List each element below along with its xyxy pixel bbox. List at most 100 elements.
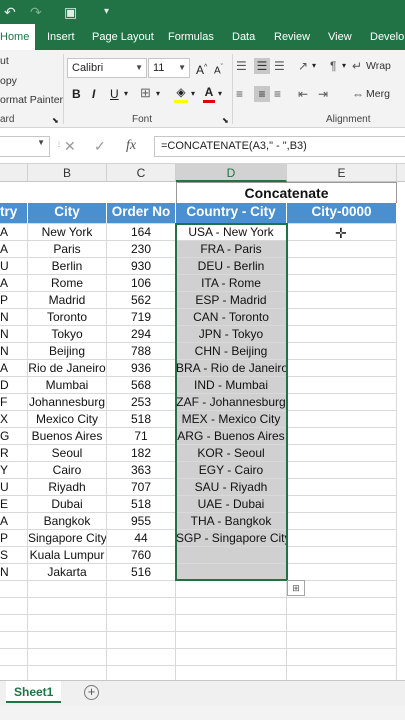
merge-center-button[interactable]: Merg <box>366 88 390 100</box>
empty-cell[interactable] <box>28 632 107 649</box>
empty-cell[interactable] <box>0 649 28 666</box>
formula-input[interactable]: =CONCATENATE(A3," - ",B3) <box>154 136 405 157</box>
empty-cell[interactable] <box>28 649 107 666</box>
cell-a-row-12[interactable]: X <box>0 411 28 428</box>
cell-b-row-11[interactable]: Johannesburg <box>28 394 107 411</box>
cell-d-row-19[interactable]: SGP - Singapore City <box>176 530 287 547</box>
cell-d-row-18[interactable]: THA - Bangkok <box>176 513 287 530</box>
align-left-icon[interactable]: ≡ <box>236 86 243 102</box>
cell-b-row-4[interactable]: Rome <box>28 275 107 292</box>
cell-b-row-2[interactable]: Paris <box>28 241 107 258</box>
chevron-down-icon[interactable]: ▾ <box>312 58 316 74</box>
cell-d-row-17[interactable]: UAE - Dubai <box>176 496 287 513</box>
empty-cell[interactable] <box>287 598 397 615</box>
empty-cell[interactable] <box>0 581 28 598</box>
tab-formulas[interactable]: Formulas <box>168 24 214 50</box>
empty-cell[interactable] <box>28 666 107 680</box>
column-header-d[interactable]: D <box>176 164 287 182</box>
tab-data[interactable]: Data <box>232 24 255 50</box>
header-cell-country-city[interactable]: Country - City <box>176 203 287 224</box>
empty-cell[interactable] <box>176 666 287 680</box>
cell-b-row-19[interactable]: Singapore City <box>28 530 107 547</box>
sheet-tab-sheet1[interactable]: Sheet1 <box>6 681 62 703</box>
cell-e-row-9[interactable] <box>287 360 397 377</box>
cell-d-row-1[interactable]: USA - New York <box>176 224 287 241</box>
tab-review[interactable]: Review <box>274 24 310 50</box>
font-size-combo[interactable]: 11 ▼ <box>148 58 190 78</box>
cell-e-row-11[interactable] <box>287 394 397 411</box>
cell-d-row-6[interactable]: CAN - Toronto <box>176 309 287 326</box>
column-header-a[interactable] <box>0 164 28 182</box>
cell-a-row-21[interactable]: N <box>0 564 28 581</box>
cell-d-row-14[interactable]: KOR - Seoul <box>176 445 287 462</box>
cell-a-row-11[interactable]: F <box>0 394 28 411</box>
cell-e-row-5[interactable] <box>287 292 397 309</box>
cell-a-row-16[interactable]: U <box>0 479 28 496</box>
cell-a-row-15[interactable]: Y <box>0 462 28 479</box>
cell-a-row-5[interactable]: P <box>0 292 28 309</box>
cell-c-row-10[interactable]: 568 <box>107 377 176 394</box>
paste-options-icon[interactable]: ⊞ <box>287 580 305 596</box>
cell-e-row-3[interactable] <box>287 258 397 275</box>
tab-page-layout[interactable]: Page Layout <box>92 24 154 50</box>
cell-c-row-18[interactable]: 955 <box>107 513 176 530</box>
cell-b-row-15[interactable]: Cairo <box>28 462 107 479</box>
cell-d-row-12[interactable]: MEX - Mexico City <box>176 411 287 428</box>
cell-b-row-20[interactable]: Kuala Lumpur <box>28 547 107 564</box>
font-color-icon[interactable]: A <box>203 84 215 103</box>
cell-e-row-18[interactable] <box>287 513 397 530</box>
cancel-icon[interactable]: ✕ <box>64 138 76 155</box>
cell-a-row-1[interactable]: A <box>0 224 28 241</box>
empty-cell[interactable] <box>287 632 397 649</box>
empty-cell[interactable] <box>107 666 176 680</box>
cell-a-row-7[interactable]: N <box>0 326 28 343</box>
cell-c-row-8[interactable]: 788 <box>107 343 176 360</box>
cell-c-row-1[interactable]: 164 <box>107 224 176 241</box>
cut-button[interactable]: ut <box>0 55 9 67</box>
cell-c-row-3[interactable]: 930 <box>107 258 176 275</box>
chevron-down-icon[interactable]: ▾ <box>156 86 160 102</box>
decrease-indent-icon[interactable]: ⇤ <box>298 86 308 102</box>
cell-c-row-12[interactable]: 518 <box>107 411 176 428</box>
cell-c-row-5[interactable]: 562 <box>107 292 176 309</box>
empty-cell[interactable] <box>176 649 287 666</box>
tab-developer[interactable]: Develo <box>370 24 404 50</box>
cell-b-row-6[interactable]: Toronto <box>28 309 107 326</box>
header-cell-country[interactable]: try <box>0 203 28 224</box>
cell-a-row-19[interactable]: P <box>0 530 28 547</box>
cell-c-row-7[interactable]: 294 <box>107 326 176 343</box>
top-align-icon[interactable]: ☰ <box>236 58 247 74</box>
bold-button[interactable]: B <box>72 86 81 102</box>
cell-b-row-13[interactable]: Buenos Aires <box>28 428 107 445</box>
cell-b-row-5[interactable]: Madrid <box>28 292 107 309</box>
empty-cell[interactable] <box>107 632 176 649</box>
form-icon[interactable]: ▣ <box>64 3 77 21</box>
cell-c-row-4[interactable]: 106 <box>107 275 176 292</box>
cell-c-row-16[interactable]: 707 <box>107 479 176 496</box>
title-cell[interactable]: Concatenate <box>176 182 397 203</box>
tab-view[interactable]: View <box>328 24 352 50</box>
cell-d-row-5[interactable]: ESP - Madrid <box>176 292 287 309</box>
borders-icon[interactable]: ⊞ <box>140 85 151 101</box>
empty-cell[interactable] <box>0 598 28 615</box>
empty-cell[interactable] <box>28 598 107 615</box>
cell-a-row-8[interactable]: N <box>0 343 28 360</box>
bottom-align-icon[interactable]: ☰ <box>274 58 285 74</box>
orientation-icon[interactable]: ↗ <box>298 58 308 74</box>
cell-d-row-21[interactable] <box>176 564 287 581</box>
middle-align-icon[interactable]: ☰ <box>254 58 270 74</box>
redo-icon[interactable]: ↷ <box>30 3 42 21</box>
cell-b-row-8[interactable]: Beijing <box>28 343 107 360</box>
cell-a-row-20[interactable]: S <box>0 547 28 564</box>
cell-e-row-2[interactable] <box>287 241 397 258</box>
cell-a-row-6[interactable]: N <box>0 309 28 326</box>
empty-cell[interactable] <box>287 666 397 680</box>
cell-b-row-17[interactable]: Dubai <box>28 496 107 513</box>
cell-c-row-21[interactable]: 516 <box>107 564 176 581</box>
cell-b-row-9[interactable]: Rio de Janeiro <box>28 360 107 377</box>
cell-b-row-18[interactable]: Bangkok <box>28 513 107 530</box>
cell-e-row-14[interactable] <box>287 445 397 462</box>
chevron-down-icon[interactable]: ▼ <box>37 138 45 147</box>
empty-cell[interactable] <box>107 615 176 632</box>
header-cell-order-no[interactable]: Order No <box>107 203 176 224</box>
